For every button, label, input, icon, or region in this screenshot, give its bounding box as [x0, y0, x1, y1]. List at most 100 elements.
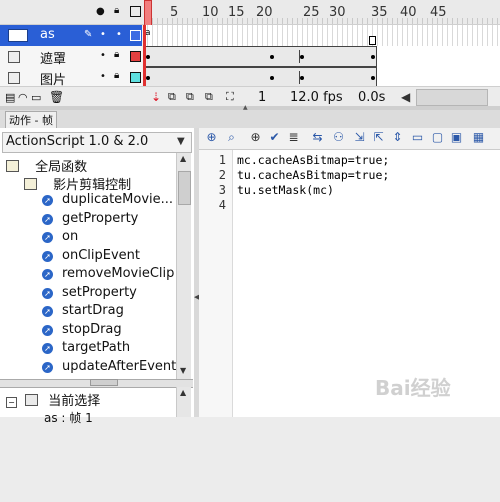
elapsed-time: 0.0s — [358, 90, 386, 105]
tree-item-targetpath[interactable]: ➚ targetPath — [42, 340, 130, 355]
actionscript-version-select[interactable]: ActionScript 1.0 & 2.0 ▼ — [2, 132, 192, 153]
current-selection-node[interactable]: − 当前选择 — [6, 390, 100, 409]
selection-icon — [25, 394, 39, 406]
function-label: stopDrag — [62, 322, 122, 337]
line-number: 3 — [218, 183, 226, 197]
ruler-tick-40: 40 — [400, 5, 417, 20]
code-line: mc.cacheAsBitmap=true; — [237, 153, 390, 167]
toolbox-splitter[interactable] — [0, 379, 193, 388]
visible-dot-icon[interactable]: • — [100, 71, 106, 82]
frame-ruler[interactable]: 5 10 15 20 25 30 35 40 45 — [143, 0, 500, 24]
tree-item-updateafterevent[interactable]: ➚ updateAfterEvent — [42, 359, 176, 374]
tree-item-onclipevent[interactable]: ➚ onClipEvent — [42, 248, 140, 263]
onion-outline-icon[interactable]: ⧉ — [186, 90, 194, 104]
debug-options-icon[interactable]: ⚇ — [331, 130, 346, 145]
tab-actions-frame[interactable]: 动作 - 帧 — [5, 111, 57, 128]
find-icon[interactable]: ⌕ — [224, 130, 239, 145]
ruler-tick-20: 20 — [256, 5, 273, 20]
onion-skin-icon[interactable]: ⧉ — [168, 90, 176, 104]
show-toolbox-icon[interactable]: ▦ — [471, 130, 486, 145]
ruler-tick-5: 5 — [170, 5, 179, 20]
motion-guide-icon[interactable]: ◠ — [18, 91, 28, 104]
function-label: getProperty — [62, 211, 139, 226]
edit-multiple-icon[interactable]: ⧉ — [205, 90, 213, 104]
script-editor-pane: ⊕ ⌕ ⊕ ✔ ≣ ⇆ ⚇ ⇲ ⇱ ⇕ ▭ ▢ ▣ ▦ 1 2 3 4 mc.c… — [199, 128, 500, 417]
tree-item-startdrag[interactable]: ➚ startDrag — [42, 303, 124, 318]
scroll-up-icon[interactable]: ▲ — [180, 154, 186, 163]
function-label: updateAfterEvent — [62, 359, 177, 374]
timeline-header: ● 🔒︎ 5 10 15 20 25 30 35 40 45 — [0, 0, 500, 26]
tree-item-removemovieclip[interactable]: ➚ removeMovieClip — [42, 266, 174, 281]
timeline-panel: ● 🔒︎ 5 10 15 20 25 30 35 40 45 as ✎ • • … — [0, 0, 500, 108]
playhead-line — [143, 25, 146, 87]
scroll-up-icon[interactable]: ▲ — [180, 388, 186, 397]
collapse-between-braces-icon[interactable]: ⇲ — [352, 130, 367, 145]
playhead[interactable] — [144, 0, 152, 26]
keyframe-dot — [270, 55, 274, 59]
lock-icon[interactable]: 🔒︎ — [114, 49, 119, 60]
remove-comment-icon[interactable]: ▣ — [449, 130, 464, 145]
eye-icon[interactable]: ● — [96, 6, 105, 17]
tree-item-setproperty[interactable]: ➚ setProperty — [42, 285, 137, 300]
visible-dot-icon[interactable]: • — [100, 50, 106, 61]
outline-color-icon[interactable] — [130, 72, 141, 83]
frame-span[interactable] — [143, 67, 377, 88]
function-label: onClipEvent — [62, 248, 140, 263]
folder-label: 影片剪辑控制 — [53, 178, 132, 193]
check-syntax-icon[interactable]: ✔ — [267, 130, 282, 145]
selection-scrollbar[interactable]: ▲ — [176, 387, 191, 417]
frame-span[interactable] — [143, 46, 377, 67]
target-path-icon[interactable]: ⊕ — [248, 130, 263, 145]
lock-icon[interactable]: 🔒︎ — [114, 5, 119, 16]
add-statement-icon[interactable]: ⊕ — [204, 130, 219, 145]
layer-row-mask[interactable]: 遮罩 • 🔒︎ — [0, 46, 142, 68]
current-selection-item[interactable]: as : 帧 1 — [44, 409, 93, 426]
chevron-down-icon[interactable]: ▼ — [177, 136, 185, 147]
collapse-minus-icon[interactable]: − — [6, 397, 17, 408]
tree-item-getproperty[interactable]: ➚ getProperty — [42, 211, 138, 226]
splitter-grip[interactable] — [90, 379, 118, 386]
center-frame-icon[interactable]: ⇣ — [151, 90, 161, 104]
ruler-tick-10: 10 — [202, 5, 219, 20]
function-label: setProperty — [62, 285, 137, 300]
tree-item-duplicatemovieclip[interactable]: ➚ duplicateMovie... — [42, 192, 173, 207]
function-label: on — [62, 229, 79, 244]
expand-all-icon[interactable]: ⇕ — [390, 130, 405, 145]
version-label: ActionScript 1.0 & 2.0 — [6, 134, 149, 149]
delete-layer-icon[interactable]: 🗑︎ — [49, 90, 64, 104]
scroll-left-icon[interactable]: ◀ — [401, 90, 410, 104]
lock-dot-icon[interactable]: • — [116, 29, 122, 40]
scroll-thumb[interactable] — [178, 171, 191, 205]
actions-toolbox: ActionScript 1.0 & 2.0 ▼ 全局函数 影片剪辑控制 ➚ du… — [0, 128, 195, 425]
tree-folder-global-functions[interactable]: 全局函数 — [6, 156, 87, 175]
frame-rate[interactable]: 12.0 fps — [290, 90, 343, 105]
outline-icon[interactable] — [130, 6, 141, 17]
auto-format-icon[interactable]: ≣ — [286, 130, 301, 145]
layer-name: 遮罩 — [40, 52, 67, 67]
visible-dot-icon[interactable]: • — [100, 29, 106, 40]
onion-markers-icon[interactable]: ⛶ — [226, 90, 234, 104]
scroll-down-icon[interactable]: ▼ — [180, 366, 186, 375]
ruler-tick-30: 30 — [329, 5, 346, 20]
layer-icon — [8, 29, 28, 42]
new-layer-icon[interactable]: ▤ — [5, 91, 15, 104]
apply-block-comment-icon[interactable]: ▭ — [410, 130, 425, 145]
apply-line-comment-icon[interactable]: ▢ — [430, 130, 445, 145]
outline-color-icon[interactable] — [130, 51, 141, 62]
new-folder-icon[interactable]: ▭ — [31, 91, 41, 104]
tree-item-on[interactable]: ➚ on — [42, 229, 78, 244]
code-hint-icon[interactable]: ⇆ — [310, 130, 325, 145]
timeline-hscroll[interactable] — [416, 89, 488, 106]
frames-mask[interactable] — [143, 46, 500, 68]
collapse-selection-icon[interactable]: ⇱ — [371, 130, 386, 145]
outline-color-icon[interactable] — [130, 30, 141, 41]
layer-row-as[interactable]: as ✎ • • — [0, 25, 142, 47]
lock-icon[interactable]: 🔒︎ — [114, 70, 119, 81]
tree-folder-movieclip-control[interactable]: 影片剪辑控制 — [24, 174, 131, 193]
tree-item-stopdrag[interactable]: ➚ stopDrag — [42, 322, 122, 337]
tree-scrollbar[interactable]: ▲ ▼ — [176, 153, 191, 379]
pencil-icon: ✎ — [84, 29, 93, 40]
code-area[interactable]: mc.cacheAsBitmap=true; tu.cacheAsBitmap=… — [233, 150, 500, 417]
frames-as[interactable]: a — [143, 25, 500, 47]
keyframe-dot — [146, 76, 150, 80]
